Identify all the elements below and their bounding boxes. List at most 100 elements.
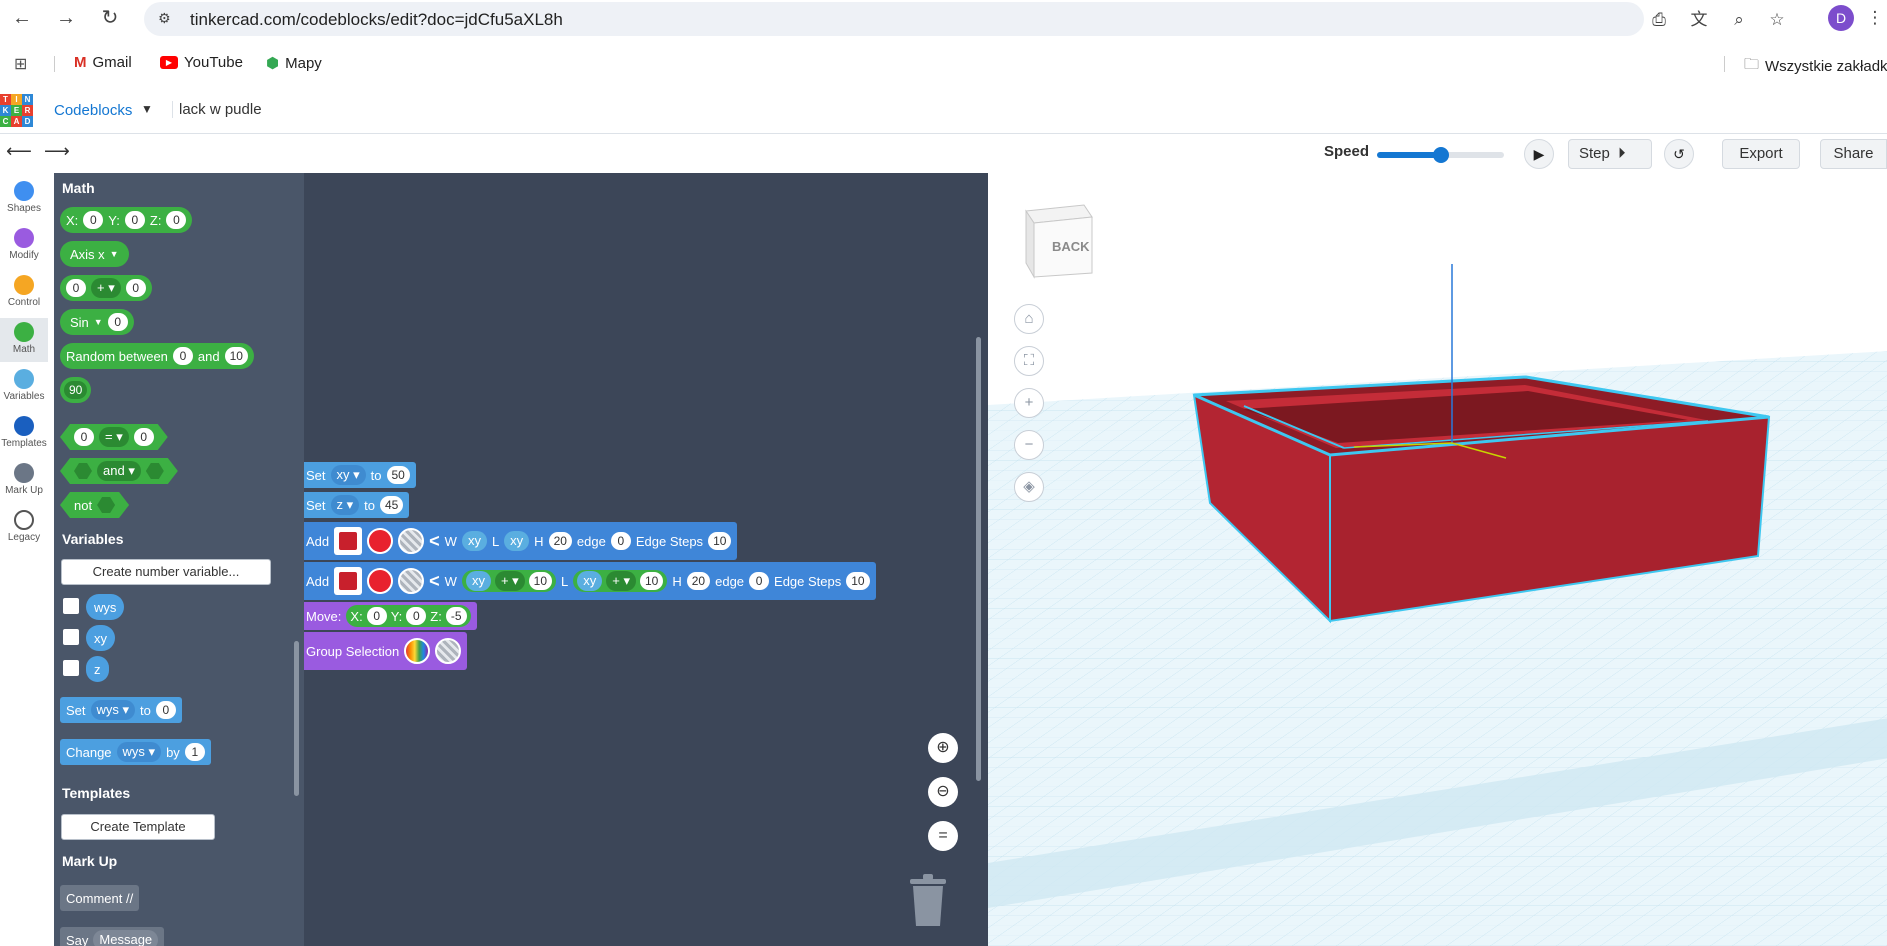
set-variable-block[interactable]: Set wys ▾ to 0 [60,697,182,723]
create-template-button[interactable]: Create Template [61,814,215,840]
category-shapes[interactable]: Shapes [0,177,48,221]
sin-block[interactable]: Sin ▼ 0 [60,309,134,335]
operator-dropdown[interactable]: + ▾ [494,571,525,591]
workspace-scrollbar[interactable] [976,337,981,781]
bookmark-youtube[interactable]: ▶ YouTube [160,54,243,71]
xyz-input[interactable]: X: 0 Y: 0 Z: -5 [346,605,471,627]
block-input[interactable]: 0 [107,313,128,331]
operator-dropdown[interactable]: + ▾ [606,571,636,591]
export-button[interactable]: Export [1722,139,1800,169]
block-input[interactable]: 0 [172,347,193,365]
xyz-block[interactable]: X: 0 Y: 0 Z: 0 [60,207,193,233]
color-swatch[interactable] [367,528,394,554]
3d-viewport[interactable]: BACK ⌂ ⛶ + − ◈ [986,173,1887,946]
chevron-down-icon[interactable]: ▼ [141,102,153,116]
block-input[interactable]: 20 [548,532,572,550]
all-bookmarks-folder[interactable]: 🗀 Wszystkie zakładki [1744,54,1887,79]
reset-zoom-icon[interactable]: = [928,821,958,851]
back-arrow-icon[interactable]: ← [8,6,36,30]
redo-icon[interactable]: ⟶ [44,141,70,162]
install-app-icon[interactable]: ⎙ [1646,8,1672,32]
block-input[interactable]: 0 [125,279,146,297]
color-swatch[interactable] [367,568,394,594]
arithmetic-input[interactable]: xy + ▾ 10 [573,570,668,592]
block-input[interactable]: 20 [686,572,711,590]
block-input[interactable]: 0 [166,211,187,229]
document-title[interactable]: lack w pudle [172,101,262,118]
zoom-out-icon[interactable]: ⊖ [928,777,958,807]
box-shape-thumbnail[interactable] [334,527,363,555]
variable-input[interactable]: xy [461,531,487,551]
translate-icon[interactable]: 文 [1686,8,1712,32]
trash-icon[interactable] [908,873,948,927]
block-input[interactable]: 0 [83,211,104,229]
variable-dropdown[interactable]: wys ▾ [116,742,162,762]
multicolor-swatch[interactable] [404,638,431,664]
perspective-toggle-icon[interactable]: ◈ [1014,472,1044,502]
random-block[interactable]: Random between 0 and 10 [60,343,254,369]
comment-block[interactable]: Comment // [60,885,140,911]
block-input[interactable]: 45 [380,496,404,514]
number-block[interactable]: 90 [60,377,92,403]
step-button[interactable]: Step ⏵ [1568,139,1652,169]
change-variable-block[interactable]: Change wys ▾ by 1 [60,739,211,765]
block-input[interactable]: 0 [134,428,154,446]
collapse-chevron-icon[interactable]: < [429,571,440,592]
more-menu-icon[interactable]: ⋮ [1862,6,1887,30]
category-legacy[interactable]: Legacy [0,506,48,550]
play-icon[interactable]: ▶ [1524,139,1554,169]
operator-dropdown[interactable]: = ▾ [99,427,129,447]
forward-arrow-icon[interactable]: → [52,6,80,30]
not-block[interactable]: not [60,492,129,518]
variable-checkbox[interactable] [63,629,79,645]
variable-dropdown[interactable]: xy ▾ [330,465,366,485]
category-variables[interactable]: Variables [0,365,48,409]
and-block[interactable]: and ▾ [60,458,178,484]
operator-dropdown[interactable]: and ▾ [97,461,141,481]
block-input[interactable]: 0 [74,428,94,446]
speed-slider[interactable] [1377,147,1504,163]
ws-add-box-block-1[interactable]: Add < W xy L xy H 20 edge 0 Edge Steps 1… [304,522,738,560]
variable-checkbox[interactable] [63,598,79,614]
star-bookmark-icon[interactable]: ☆ [1764,8,1790,32]
arithmetic-input[interactable]: xy + ▾ 10 [461,570,557,592]
variable-dropdown[interactable]: wys ▾ [90,700,136,720]
variable-checkbox[interactable] [63,660,79,676]
zoom-in-view-icon[interactable]: + [1014,388,1044,418]
category-markup[interactable]: Mark Up [0,459,48,503]
hole-toggle[interactable] [398,568,425,594]
share-button[interactable]: Share [1820,139,1887,169]
ws-set-z-block[interactable]: Set z ▾ to 45 [304,492,410,518]
palette-scrollbar[interactable] [294,641,299,796]
ws-set-xy-block[interactable]: Set xy ▾ to 50 [304,462,416,488]
zoom-icon[interactable]: ⌕ [1726,8,1752,32]
block-input[interactable]: 0 [66,279,86,297]
create-variable-button[interactable]: Create number variable... [61,559,271,585]
category-control[interactable]: Control [0,271,48,315]
block-input[interactable]: 0 [749,572,770,590]
block-input[interactable]: 0 [155,701,176,719]
variable-z[interactable]: z [86,656,109,682]
category-math[interactable]: Math [0,318,48,362]
home-view-icon[interactable]: ⌂ [1014,304,1044,334]
say-message-input[interactable]: Message [93,930,159,946]
ws-add-box-block-2[interactable]: Add < W xy + ▾ 10 L xy + ▾ 10 H 20 edge … [304,562,876,600]
category-modify[interactable]: Modify [0,224,48,268]
box-shape-thumbnail[interactable] [334,567,363,595]
app-switcher[interactable]: Codeblocks [54,102,132,119]
ws-move-block[interactable]: Move: X: 0 Y: 0 Z: -5 [304,602,477,630]
arithmetic-block[interactable]: 0 + ▾ 0 [60,275,152,301]
hole-toggle[interactable] [398,528,425,554]
block-input[interactable]: 90 [64,381,88,399]
fit-view-icon[interactable]: ⛶ [1014,346,1044,376]
tinkercad-logo[interactable]: T I N K E R C A D [0,94,33,127]
variable-input[interactable]: xy [465,571,491,591]
block-input[interactable]: 10 [640,572,664,590]
ws-group-block[interactable]: Group Selection [304,632,468,670]
variable-dropdown[interactable]: z ▾ [330,495,360,515]
speed-slider-thumb[interactable] [1432,147,1449,163]
axis-block[interactable]: Axis x ▼ [60,241,129,267]
collapse-chevron-icon[interactable]: < [429,531,440,552]
site-info-icon[interactable]: ⚙ [158,10,171,27]
operator-dropdown[interactable]: + ▾ [91,278,121,298]
